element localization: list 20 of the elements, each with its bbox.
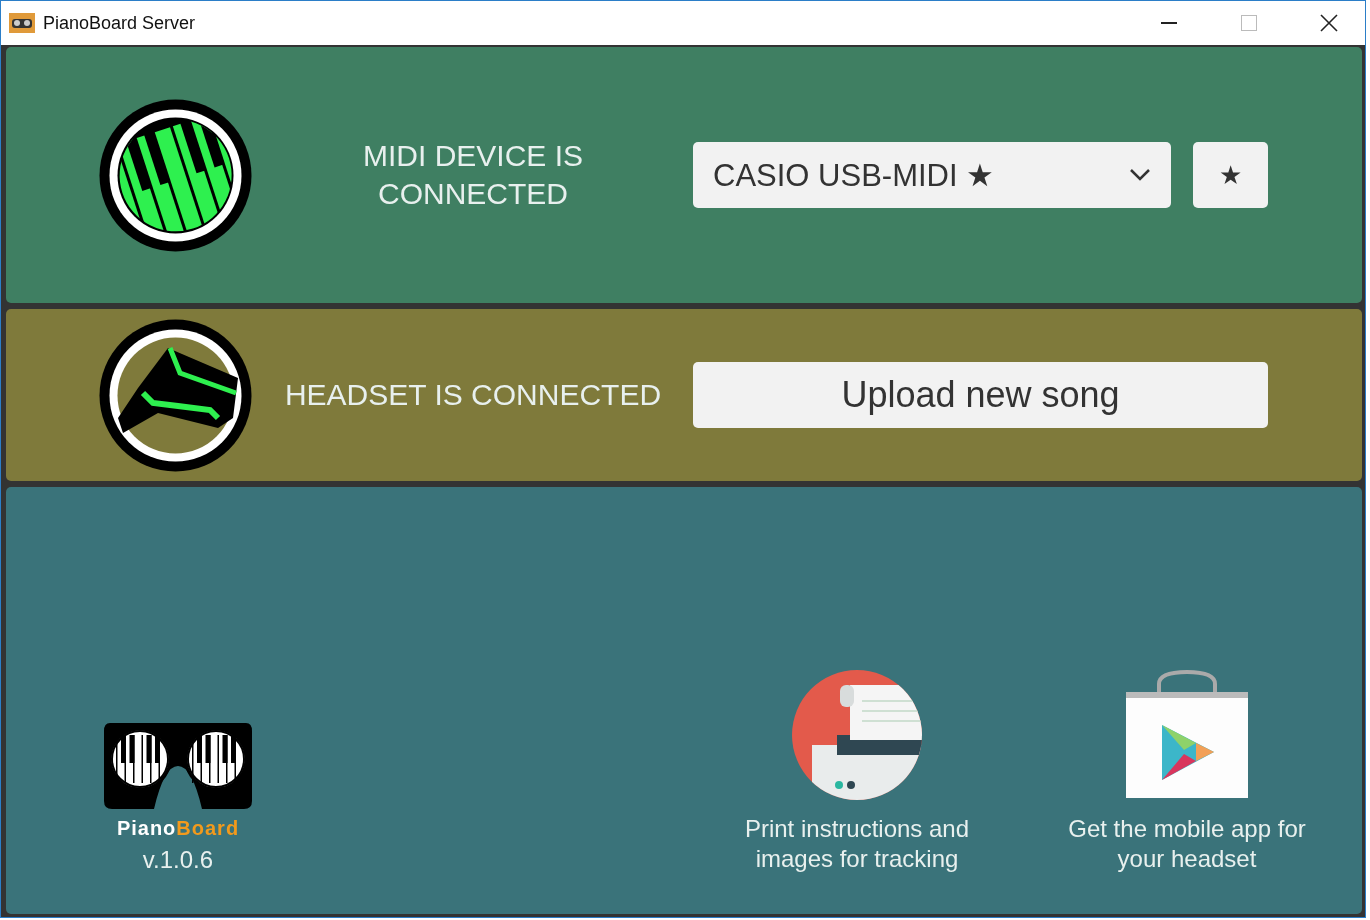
get-app-link[interactable]: Get the mobile app for your headset: [1042, 814, 1332, 874]
maximize-icon: [1241, 15, 1257, 31]
close-icon: [1320, 14, 1338, 32]
print-instructions-link[interactable]: Print instructions and images for tracking: [712, 814, 1002, 874]
shopping-bag-icon: [1124, 670, 1250, 800]
status-message: MIDI DEVICE IS CONNECTED: [362, 139, 583, 210]
piano-keys-icon: [98, 97, 253, 253]
version-label: v.1.0.6: [142, 846, 214, 874]
chevron-down-icon: [1129, 168, 1151, 182]
printer-icon: [792, 670, 922, 800]
app-icon: [9, 13, 35, 33]
headset-logo-icon: [102, 721, 254, 811]
minimize-icon: [1161, 22, 1177, 24]
window-title: PianoBoard Server: [43, 12, 197, 34]
upload-song-button[interactable]: Upload new song: [693, 362, 1268, 428]
device-dropdown[interactable]: CASIO USB-MIDI ★: [693, 142, 1171, 208]
headset-icon: [98, 317, 253, 473]
app-wordmark: PianoBoard: [116, 817, 240, 840]
status-message: HEADSET IS CONNECTED: [284, 378, 662, 411]
favorite-button[interactable]: ★: [1193, 142, 1268, 208]
